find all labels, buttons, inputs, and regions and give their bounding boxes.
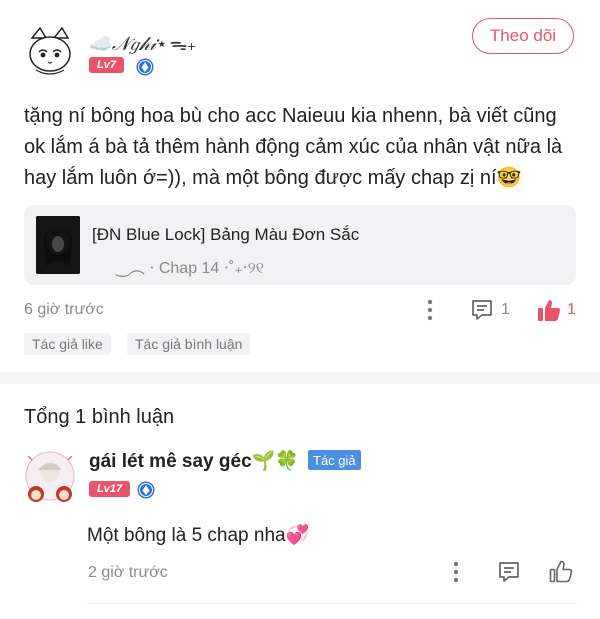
comment-divider bbox=[87, 603, 577, 604]
comment-count: 1 bbox=[501, 301, 510, 318]
diamond-badge-icon bbox=[136, 58, 154, 76]
post-author-level-badge: Lv7 bbox=[89, 57, 124, 73]
more-options-icon[interactable] bbox=[424, 298, 436, 322]
commenter-avatar[interactable] bbox=[22, 450, 78, 506]
comment-icon[interactable] bbox=[470, 298, 494, 322]
post-author-name[interactable]: ☁️𝒩𝑔𝒽𝒾⋆ᯓ₊ bbox=[88, 30, 197, 56]
comment-text: Một bông là 5 chap nha💞 bbox=[87, 525, 310, 546]
like-count: 1 bbox=[567, 301, 576, 318]
tag-author-commented: Tác giả bình luận bbox=[127, 333, 251, 355]
story-cover-image bbox=[36, 216, 80, 274]
commenter-name[interactable]: gái lét mê say géc🌱🍀 bbox=[89, 449, 299, 473]
commenter-level-badge: Lv17 bbox=[89, 481, 131, 497]
comment-more-options-icon[interactable] bbox=[450, 560, 462, 584]
diamond-badge-icon bbox=[137, 481, 155, 499]
post-timestamp: 6 giờ trước bbox=[24, 301, 104, 318]
section-separator bbox=[0, 372, 600, 384]
thumbs-up-icon[interactable] bbox=[536, 297, 562, 323]
comment-total: Tổng 1 bình luận bbox=[24, 406, 175, 428]
post-author-avatar[interactable] bbox=[22, 22, 78, 78]
comment-like-icon[interactable] bbox=[548, 558, 574, 584]
follow-button[interactable]: Theo dõi bbox=[472, 18, 574, 54]
story-title: [ĐN Blue Lock] Bảng Màu Đơn Sắc bbox=[92, 225, 360, 244]
post-content: tặng ní bông hoa bù cho acc Naieuu kia n… bbox=[24, 105, 563, 189]
story-chapter: ‿︵ ⋅ Chap 14 ⋅˚₊‧୨୧ bbox=[116, 260, 265, 277]
comment-timestamp: 2 giờ trước bbox=[88, 564, 168, 581]
linked-story-card[interactable]: [ĐN Blue Lock] Bảng Màu Đơn Sắc ‿︵ ⋅ Cha… bbox=[24, 205, 576, 285]
tag-author-liked: Tác giả like bbox=[24, 333, 111, 355]
author-badge: Tác giả bbox=[308, 450, 361, 470]
reply-icon[interactable] bbox=[497, 560, 521, 584]
